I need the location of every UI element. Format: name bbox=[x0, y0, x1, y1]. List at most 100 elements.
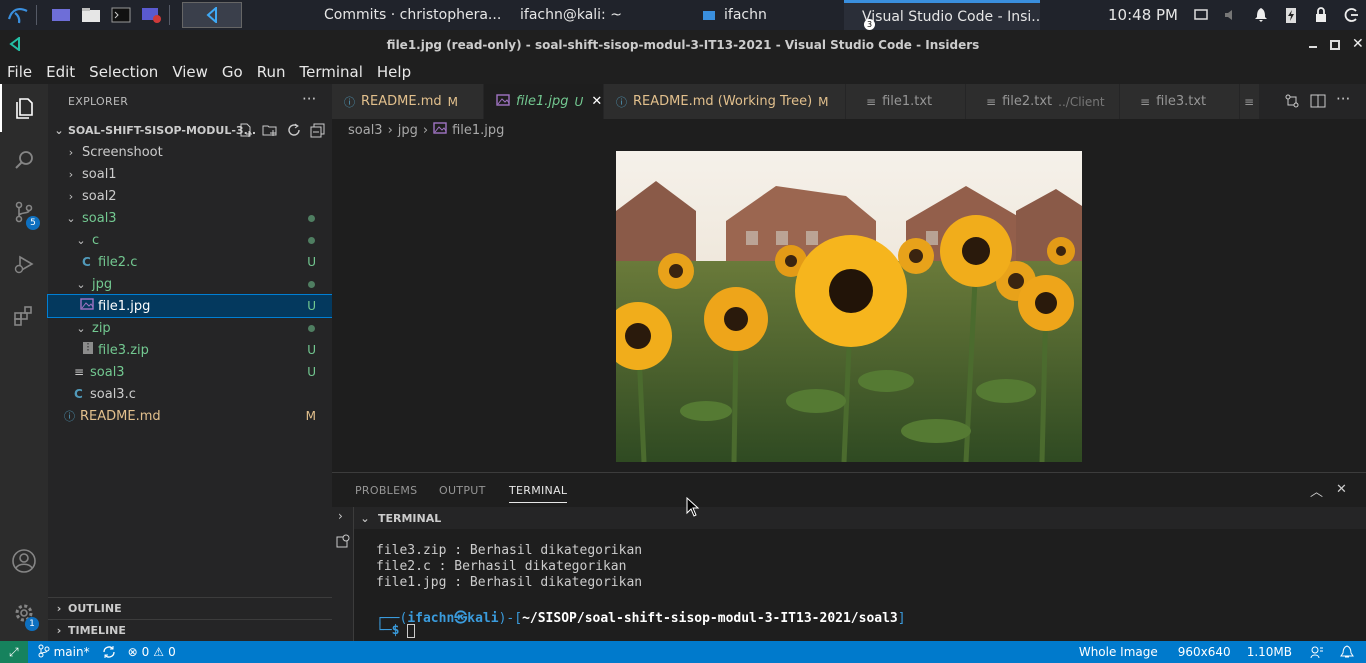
tab-file1-jpg[interactable]: file1.jpg U ✕ bbox=[484, 84, 604, 119]
extensions-icon[interactable] bbox=[0, 292, 48, 340]
screen-recorder-icon[interactable] bbox=[139, 4, 163, 26]
git-status: U bbox=[307, 255, 316, 269]
new-file-icon[interactable] bbox=[238, 122, 254, 141]
minimize-button[interactable] bbox=[1309, 38, 1321, 52]
terminal-section-header[interactable]: ⌄ TERMINAL bbox=[354, 507, 1366, 529]
notification-bell-icon[interactable] bbox=[1246, 0, 1276, 30]
tree-file-file2-c[interactable]: C file2.c U bbox=[48, 251, 332, 273]
clock[interactable]: 10:48 PM bbox=[1100, 6, 1186, 24]
menu-view[interactable]: View bbox=[165, 63, 215, 81]
menu-go[interactable]: Go bbox=[215, 63, 250, 81]
close-window-button[interactable]: ✕ bbox=[1352, 36, 1364, 52]
notifications-bell-icon[interactable] bbox=[1334, 645, 1360, 659]
tree-folder-soal1[interactable]: › soal1 bbox=[48, 163, 332, 185]
open-changes-icon[interactable] bbox=[1284, 93, 1300, 113]
run-debug-icon[interactable] bbox=[0, 240, 48, 288]
c-file-icon: C bbox=[82, 255, 91, 269]
workspace-root[interactable]: ⌄ SOAL-SHIFT-SISOP-MODUL-3... bbox=[48, 119, 332, 141]
text-file-icon: ≡ bbox=[986, 94, 997, 109]
menu-run[interactable]: Run bbox=[250, 63, 293, 81]
tree-folder-zip[interactable]: ⌄ zip bbox=[48, 317, 332, 339]
close-panel-icon[interactable]: ✕ bbox=[1336, 482, 1347, 497]
lock-icon[interactable] bbox=[1306, 0, 1336, 30]
explorer-icon[interactable] bbox=[0, 84, 48, 132]
more-actions-icon[interactable]: ··· bbox=[1336, 90, 1350, 108]
source-control-icon[interactable]: 5 bbox=[0, 188, 48, 236]
chevron-right-icon[interactable]: › bbox=[338, 509, 343, 523]
menu-terminal[interactable]: Terminal bbox=[293, 63, 370, 81]
tab-readme-working-tree[interactable]: ⓘ README.md (Working Tree) M bbox=[604, 84, 846, 119]
task-window-count: 3 bbox=[864, 19, 875, 30]
tree-folder-c[interactable]: ⌄ c bbox=[48, 229, 332, 251]
menu-file[interactable]: File bbox=[0, 63, 39, 81]
maximize-button[interactable] bbox=[1330, 40, 1340, 50]
bottom-panel: PROBLEMS OUTPUT TERMINAL ︿ ✕ › ⌄ TERMINA… bbox=[332, 472, 1366, 642]
timeline-section[interactable]: › TIMELINE bbox=[48, 619, 332, 641]
editor-tabs: ⓘ README.md M file1.jpg U ✕ ⓘ README.md … bbox=[332, 84, 1366, 119]
tree-folder-soal2[interactable]: › soal2 bbox=[48, 185, 332, 207]
chevron-down-icon: ⌄ bbox=[76, 277, 86, 291]
tab-file1-txt[interactable]: ≡ file1.txt bbox=[846, 84, 966, 119]
menu-edit[interactable]: Edit bbox=[39, 63, 82, 81]
tab-file2-txt[interactable]: ≡ file2.txt ../Client bbox=[966, 84, 1120, 119]
collapse-all-icon[interactable] bbox=[310, 122, 326, 141]
more-actions-icon[interactable]: ··· bbox=[302, 90, 316, 108]
tree-file-soal3[interactable]: ≡ soal3 U bbox=[48, 361, 332, 383]
vscode-launcher-icon[interactable] bbox=[182, 2, 242, 28]
tab-status: U bbox=[574, 94, 584, 109]
terminal-line: file2.c : Berhasil dikategorikan bbox=[376, 559, 627, 574]
task-vscode-label: Visual Studio Code - Insi... bbox=[862, 8, 1040, 25]
problems-status[interactable]: ⊗ 0 ⚠ 0 bbox=[122, 645, 182, 659]
manage-gear-icon[interactable]: 1 bbox=[0, 589, 48, 637]
menu-selection[interactable]: Selection bbox=[82, 63, 165, 81]
remote-icon: ⤢ bbox=[9, 644, 19, 659]
monitor-icon[interactable] bbox=[1186, 0, 1216, 30]
maximize-panel-icon[interactable]: ︿ bbox=[1310, 481, 1323, 500]
terminal-input-line[interactable]: └─$ bbox=[376, 623, 416, 638]
tree-file-readme[interactable]: ⓘ README.md M bbox=[48, 405, 332, 427]
task-vscode[interactable]: 3 Visual Studio Code - Insi... bbox=[844, 0, 1040, 30]
terminal-settings-icon[interactable] bbox=[336, 533, 350, 552]
accounts-icon[interactable] bbox=[0, 537, 48, 585]
tree-folder-jpg[interactable]: ⌄ jpg bbox=[48, 273, 332, 295]
breadcrumb-item[interactable]: file1.jpg bbox=[452, 123, 504, 138]
task-firefox[interactable]: Commits · christophera... bbox=[306, 0, 502, 30]
task-folder[interactable]: ifachn bbox=[630, 0, 844, 30]
breadcrumb-item[interactable]: jpg bbox=[398, 123, 418, 138]
image-preview-area bbox=[332, 141, 1366, 472]
sunflower-image[interactable] bbox=[604, 151, 1082, 463]
close-tab-icon[interactable]: ✕ bbox=[591, 94, 602, 109]
menu-help[interactable]: Help bbox=[370, 63, 418, 81]
breadcrumb-item[interactable]: soal3 bbox=[348, 123, 383, 138]
kali-menu-icon[interactable] bbox=[6, 4, 30, 26]
battery-icon[interactable] bbox=[1276, 0, 1306, 30]
volume-icon[interactable] bbox=[1216, 0, 1246, 30]
git-branch-status[interactable]: main* bbox=[32, 644, 96, 661]
logout-icon[interactable] bbox=[1336, 0, 1366, 30]
task-terminal[interactable]: ifachn@kali: ~ bbox=[502, 0, 630, 30]
tree-file-soal3-c[interactable]: C soal3.c bbox=[48, 383, 332, 405]
feedback-icon[interactable] bbox=[1304, 645, 1330, 659]
refresh-icon[interactable] bbox=[286, 122, 302, 141]
image-zoom-mode[interactable]: Whole Image bbox=[1073, 645, 1164, 659]
file-manager-icon[interactable] bbox=[79, 4, 103, 26]
tree-file-file3-zip[interactable]: file3.zip U bbox=[48, 339, 332, 361]
remote-indicator[interactable]: ⤢ bbox=[0, 641, 28, 663]
tab-terminal[interactable]: TERMINAL bbox=[509, 484, 568, 503]
tab-problems[interactable]: PROBLEMS bbox=[355, 484, 417, 497]
tree-folder-screenshoot[interactable]: › Screenshoot bbox=[48, 141, 332, 163]
split-editor-icon[interactable] bbox=[1310, 93, 1326, 113]
tab-output[interactable]: OUTPUT bbox=[439, 484, 486, 497]
tab-readme[interactable]: ⓘ README.md M bbox=[332, 84, 484, 119]
outline-section[interactable]: › OUTLINE bbox=[48, 597, 332, 619]
search-icon[interactable] bbox=[0, 136, 48, 184]
tree-folder-soal3[interactable]: ⌄ soal3 bbox=[48, 207, 332, 229]
sync-icon[interactable] bbox=[96, 645, 122, 659]
tab-file3-txt[interactable]: ≡ file3.txt bbox=[1120, 84, 1240, 119]
terminal-launcher-icon[interactable] bbox=[109, 4, 133, 26]
git-status: U bbox=[307, 365, 316, 379]
show-desktop-icon[interactable] bbox=[49, 4, 73, 26]
new-folder-icon[interactable] bbox=[262, 122, 278, 141]
tab-overflow[interactable]: ≡ bbox=[1240, 84, 1260, 119]
tree-file-file1-jpg[interactable]: file1.jpg U bbox=[47, 294, 333, 318]
